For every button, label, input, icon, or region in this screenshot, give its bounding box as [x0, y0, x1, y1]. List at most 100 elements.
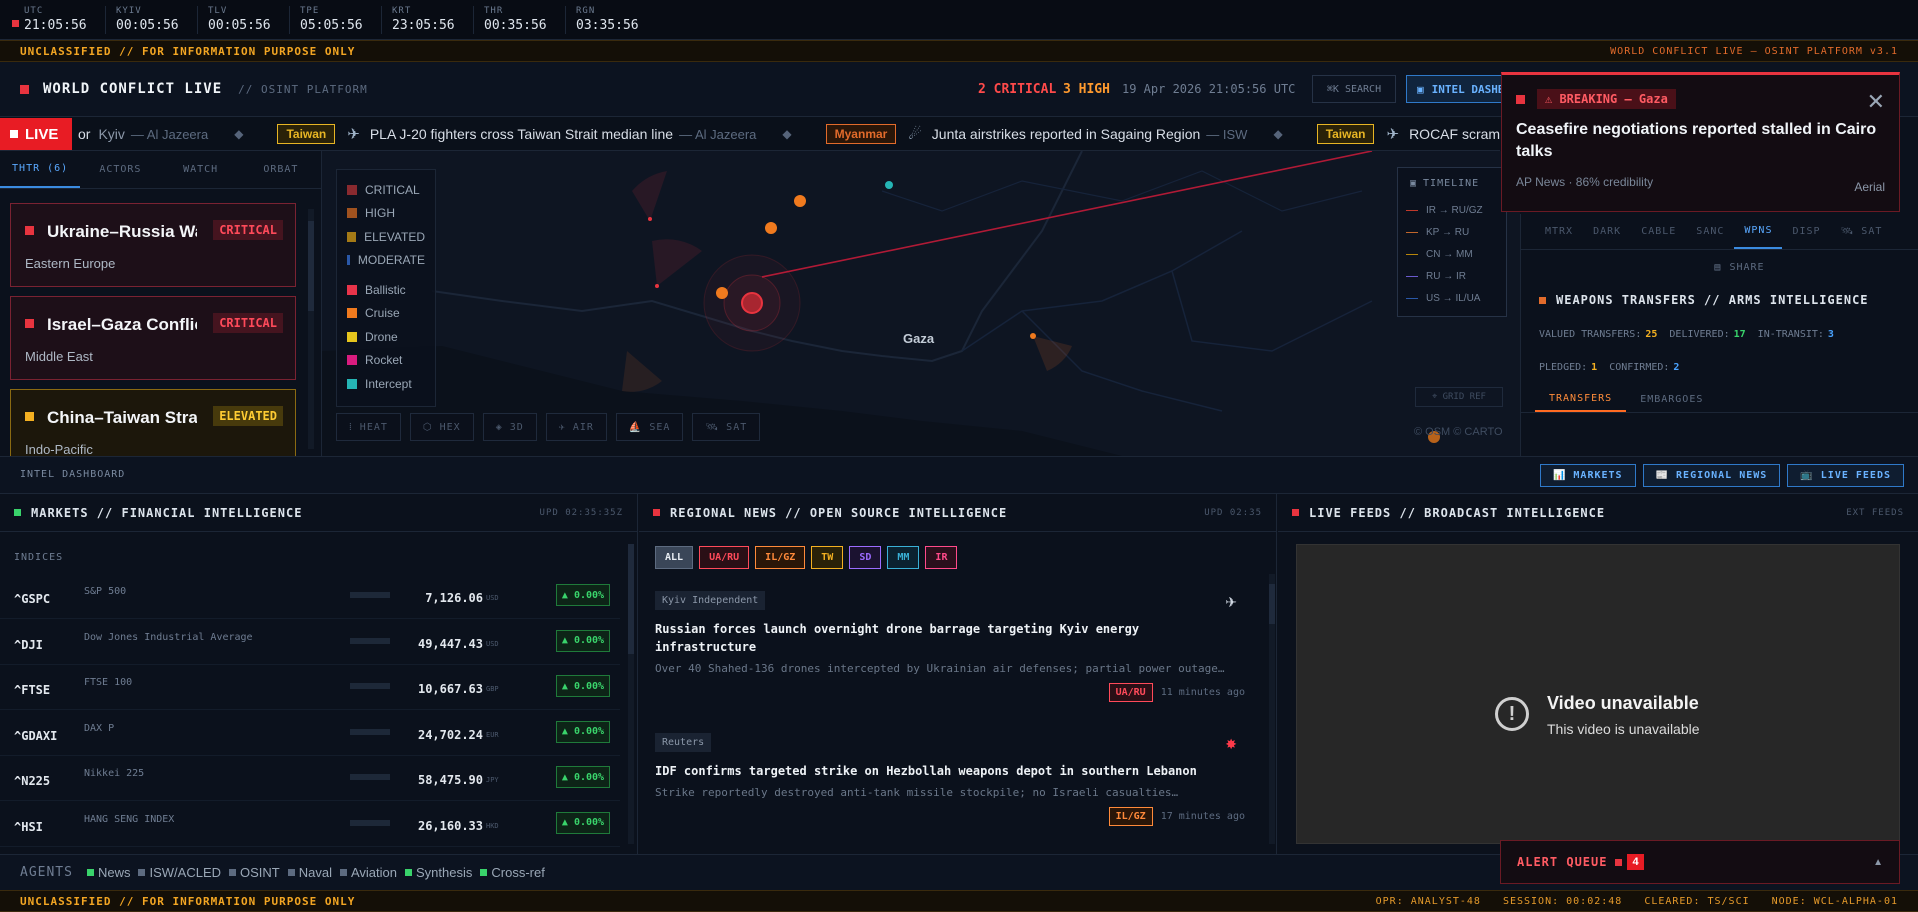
breaking-meta: AP News · 86% credibility: [1516, 175, 1654, 189]
legend-label: CRITICAL: [365, 182, 420, 197]
tab-orbat[interactable]: ORBAT: [241, 151, 321, 188]
agent-item: News: [86, 865, 130, 880]
ticker-item[interactable]: Myanmar ☄ Junta airstrikes reported in Sag…: [825, 124, 1283, 144]
dashboard-buttons: 📊 MARKETS 📰 REGIONAL NEWS 📺 LIVE FEEDS: [1539, 464, 1904, 487]
news-filter-sd[interactable]: SD: [849, 546, 882, 569]
agents-list: News ISW/ACLED OSINT Naval Aviation Synthesis…: [86, 865, 553, 880]
cruise-marker[interactable]: [765, 222, 777, 234]
right-tab[interactable]: MTRX: [1535, 214, 1583, 249]
right-tab[interactable]: DISP: [1782, 214, 1830, 249]
alert-queue[interactable]: ALERT QUEUE 4 ▲: [1500, 840, 1900, 884]
operator: OPR: ANALYST-48: [1375, 895, 1481, 907]
logo-square-icon: [20, 84, 29, 94]
table-row[interactable]: ^DJI Dow Jones Industrial Average 49,447.4…: [0, 620, 620, 665]
legend-swatch: [347, 378, 357, 389]
share-button[interactable]: ▤ SHARE: [1521, 262, 1918, 273]
ticker-item[interactable]: Taiwan ✈ PLA J-20 fighters cross Taiwan St…: [277, 124, 792, 144]
news-filter-all[interactable]: ALL: [655, 546, 694, 569]
theater-card[interactable]: Israel–Gaza Conflict CRITICAL Middle East: [10, 296, 296, 380]
timeline-item: CN → MM: [1406, 243, 1498, 265]
close-icon[interactable]: ✕: [1867, 89, 1885, 115]
table-row[interactable]: ^GSPC S&P 500 7,126.06 USD ▲ 0.00%: [0, 574, 620, 619]
map-layer-button[interactable]: ⁞ HEAT: [336, 413, 401, 441]
right-tab[interactable]: CABLE: [1631, 214, 1686, 249]
breaking-headline[interactable]: Ceasefire negotiations reported stalled …: [1516, 119, 1885, 163]
timeline-item: IR → RU/GZ: [1406, 199, 1498, 221]
ticker-symbol: ^DJI: [14, 637, 43, 652]
news-filter-mm[interactable]: MM: [887, 546, 920, 569]
tab-thtr[interactable]: THTR (6): [0, 151, 81, 188]
table-row[interactable]: ^HSI HANG SENG INDEX 26,160.33 HKD ▲ 0.00%: [0, 802, 620, 847]
agent-item: Naval: [287, 865, 332, 880]
dashboard-button[interactable]: 📊 MARKETS: [1539, 464, 1636, 487]
clock-zone-time: 23:05:56: [392, 17, 455, 33]
ticker-headline: Junta airstrikes reported in Sagaing Reg…: [931, 126, 1201, 142]
list-item[interactable]: Reuters ✸ IDF confirms targeted strike on …: [655, 732, 1245, 826]
right-tab[interactable]: WPNS: [1734, 214, 1783, 249]
scroll-thumb[interactable]: [308, 221, 314, 311]
strike-marker[interactable]: [655, 284, 659, 288]
markets-scrollbar[interactable]: [628, 544, 634, 844]
intercept-marker[interactable]: [885, 181, 893, 189]
scroll-thumb[interactable]: [628, 544, 634, 654]
video-player[interactable]: ! Video unavailable This video is unavai…: [1296, 544, 1900, 844]
strike-marker[interactable]: [741, 292, 763, 314]
table-row[interactable]: ^N225 Nikkei 225 58,475.90 JPY ▲ 0.00%: [0, 756, 620, 801]
list-item[interactable]: Kyiv Independent ✈ Russian forces launch o…: [655, 590, 1245, 702]
cruise-marker[interactable]: [1030, 333, 1036, 339]
table-row[interactable]: ^GDAXI DAX P 24,702.24 EUR ▲ 0.00%: [0, 711, 620, 756]
intel-dashboard-button[interactable]: ▣ INTEL DASHBOARD: [1406, 75, 1506, 103]
weapons-section-title: WEAPONS TRANSFERS // ARMS INTELLIGENCE: [1539, 293, 1918, 307]
right-tab[interactable]: 🛰 SAT: [1831, 214, 1893, 249]
news-filter-ir[interactable]: IR: [925, 546, 958, 569]
news-headline: IDF confirms targeted strike on Hezbolla…: [655, 764, 1197, 778]
map-layer-button[interactable]: ⛵ SEA: [615, 413, 684, 441]
conflict-map[interactable]: CRITICAL HIGH ELEVATED MODERATE Ballistic Cru…: [322, 151, 1520, 456]
left-scrollbar[interactable]: [308, 209, 314, 449]
grid-ref-button[interactable]: ⌖ GRID REF: [1415, 387, 1503, 407]
agent-item: OSINT: [229, 865, 280, 880]
clock-zone-time: 03:35:56: [576, 17, 639, 33]
breaking-label: ⚠ BREAKING — Gaza: [1537, 89, 1676, 109]
app-subtitle: // OSINT PLATFORM: [238, 82, 368, 96]
clock-zone: RGN 03:35:56: [566, 6, 658, 34]
map-layer-button[interactable]: ✈ AIR: [545, 413, 607, 441]
news-filter-il-gz[interactable]: IL/GZ: [755, 546, 806, 569]
tab-actors[interactable]: ACTORS: [80, 151, 160, 188]
cruise-marker[interactable]: [716, 287, 728, 299]
classification-banner-bottom: UNCLASSIFIED // FOR INFORMATION PURPOSE …: [0, 890, 1918, 912]
map-layer-button[interactable]: ◈ 3D: [482, 413, 537, 441]
chevron-up-icon[interactable]: ▲: [1873, 857, 1883, 868]
table-row[interactable]: ^FTSE FTSE 100 10,667.63 GBP ▲ 0.00%: [0, 665, 620, 710]
tab-watch[interactable]: WATCH: [161, 151, 241, 188]
dashboard-button[interactable]: 📺 LIVE FEEDS: [1787, 464, 1904, 487]
right-tab[interactable]: SANC: [1686, 214, 1734, 249]
legend-label: Ballistic: [365, 282, 406, 297]
ticker-item[interactable]: Taiwan ✈ ROCAF scrambles jets: [1316, 124, 1500, 144]
node-id: NODE: WCL-ALPHA-01: [1771, 895, 1898, 907]
weapons-subtab[interactable]: EMBARGOES: [1626, 387, 1717, 412]
plane-icon: ✈: [1225, 594, 1237, 610]
ticker-source: — ISW: [1206, 126, 1248, 142]
clock-zone: KRT 23:05:56: [382, 5, 474, 34]
severity-square-icon: [25, 319, 34, 328]
ticker-track: or Kyiv — Al Jazeera ◆ Taiwan ✈ PLA J-20 fight…: [78, 117, 1500, 150]
news-scrollbar[interactable]: [1269, 574, 1275, 844]
strike-marker[interactable]: [648, 217, 652, 221]
news-filter-ua-ru[interactable]: UA/RU: [699, 546, 750, 569]
ext-feeds-link[interactable]: EXT FEEDS: [1846, 508, 1904, 518]
dashboard-button[interactable]: 📰 REGIONAL NEWS: [1642, 464, 1781, 487]
map-layer-button[interactable]: 🛰 SAT: [692, 413, 761, 441]
news-filter-tw[interactable]: TW: [811, 546, 844, 569]
agent-item: Aviation: [339, 865, 397, 880]
cruise-marker[interactable]: [794, 195, 806, 207]
theater-card[interactable]: Ukraine–Russia War CRITICAL Eastern Europe: [10, 203, 296, 287]
search-button[interactable]: ⌘K SEARCH: [1312, 75, 1396, 103]
news-source: Kyiv Independent: [655, 591, 766, 610]
ticker-item[interactable]: or Kyiv — Al Jazeera ◆: [78, 126, 243, 142]
right-tab[interactable]: DARK: [1583, 214, 1631, 249]
map-layer-button[interactable]: ⬡ HEX: [409, 413, 474, 441]
timeline-title[interactable]: ▣ TIMELINE: [1410, 178, 1498, 189]
weapons-subtab[interactable]: TRANSFERS: [1535, 387, 1627, 412]
scroll-thumb[interactable]: [1269, 584, 1275, 624]
